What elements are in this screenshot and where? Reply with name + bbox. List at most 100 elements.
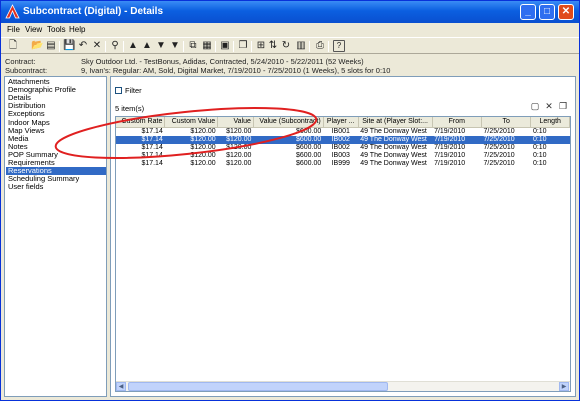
table-row[interactable]: $17.14 $120.00 $120.00 $600.00 IB003 49 The D… xyxy=(116,152,570,160)
table-cell: 0:10 xyxy=(532,143,547,151)
properties-icon[interactable]: ❐ xyxy=(558,101,568,111)
menu-bar: File View Tools Help xyxy=(1,23,579,37)
table-cell: $600.00 xyxy=(295,127,322,135)
column-header[interactable]: Player ... xyxy=(323,117,359,128)
table-cell: 7/19/2010 xyxy=(434,127,466,135)
table-cell: $600.00 xyxy=(295,143,322,151)
table-cell: 49 The Donway West xyxy=(360,127,427,135)
calendar-icon[interactable]: ▥ xyxy=(295,40,307,52)
table-cell: $120.00 xyxy=(226,127,252,135)
maximize-button[interactable]: □ xyxy=(539,4,555,20)
menu-file[interactable]: File xyxy=(7,25,20,34)
table-cell: $17.14 xyxy=(141,151,163,159)
table-cell: 0:10 xyxy=(532,159,547,167)
contract-info: Contract: Sky Outdoor Ltd. - TestBonus, … xyxy=(1,55,579,77)
help-icon[interactable]: ? xyxy=(333,40,345,52)
close-button[interactable]: ✕ xyxy=(558,4,574,20)
open-icon[interactable]: 📂 xyxy=(31,40,43,52)
app-window: Subcontract (Digital) - Details _ □ ✕ Fi… xyxy=(0,0,580,401)
table-cell: 7/19/2010 xyxy=(434,143,466,151)
table-cell: $120.00 xyxy=(226,143,252,151)
print-icon[interactable]: ⎙ xyxy=(314,40,326,52)
book-icon[interactable]: ▦ xyxy=(201,40,213,52)
delete-icon[interactable]: ✕ xyxy=(91,40,103,52)
tile-icon[interactable]: ⊞ xyxy=(255,40,267,52)
column-header[interactable]: Length xyxy=(530,117,570,128)
title-bar[interactable]: Subcontract (Digital) - Details _ □ ✕ xyxy=(1,1,579,23)
report-icon[interactable]: ▣ xyxy=(219,40,231,52)
column-header[interactable]: Custom Value xyxy=(164,117,219,128)
table-row[interactable]: $17.14 $120.00 $120.00 $600.00 IB002 49 The D… xyxy=(116,144,570,152)
contract-label: Contract: xyxy=(5,57,36,66)
table-cell: 49 The Donway West xyxy=(358,135,433,144)
scroll-right-icon[interactable]: ▶ xyxy=(559,382,569,391)
horizontal-scrollbar[interactable]: ◀ ▶ xyxy=(116,381,570,391)
reservations-grid: Custom Rate Custom Value Value Value (Subco… xyxy=(115,116,571,392)
table-cell: $600.00 xyxy=(253,135,324,144)
minimize-button[interactable]: _ xyxy=(520,4,536,20)
table-cell: 49 The Donway West xyxy=(360,159,427,167)
table-cell: IB002 xyxy=(331,143,350,151)
move-up-icon[interactable]: ▲ xyxy=(127,40,139,52)
contract-value: Sky Outdoor Ltd. - TestBonus, Adidas, Co… xyxy=(81,57,364,66)
table-row[interactable]: $17.14 $120.00 $120.00 $600.00 IB002 49 The D… xyxy=(116,135,570,144)
table-cell: $17.14 xyxy=(141,143,163,151)
table-cell: $17.14 xyxy=(141,127,163,135)
move-last-icon[interactable]: ▼ xyxy=(155,40,167,52)
sort-icon[interactable]: ⇅ xyxy=(267,40,279,52)
table-cell: 49 The Donway West xyxy=(360,143,427,151)
sidebar: Attachments Demographic Profile Details Dis… xyxy=(4,76,107,397)
table-cell: $120.00 xyxy=(190,151,216,159)
table-cell: 0:10 xyxy=(532,151,547,159)
table-cell: IB002 xyxy=(323,135,359,144)
table-cell: $17.14 xyxy=(141,159,163,167)
table-cell: $120.00 xyxy=(217,135,254,144)
menu-view[interactable]: View xyxy=(25,25,42,34)
table-cell: $120.00 xyxy=(226,151,252,159)
move-down-icon[interactable]: ▼ xyxy=(169,40,181,52)
app-logo-icon xyxy=(5,4,20,19)
table-row[interactable]: $17.14 $120.00 $120.00 $600.00 IB001 49 The D… xyxy=(116,127,570,136)
table-cell: 7/19/2010 xyxy=(434,159,466,167)
sidebar-item-user-fields[interactable]: User fields xyxy=(6,183,106,191)
filter-checkbox[interactable] xyxy=(115,87,122,94)
move-first-icon[interactable]: ▲ xyxy=(141,40,153,52)
filter-label: Filter xyxy=(125,86,142,95)
scroll-left-icon[interactable]: ◀ xyxy=(116,382,126,391)
table-cell: IB001 xyxy=(331,127,350,135)
refresh-icon[interactable]: ↻ xyxy=(280,40,292,52)
table-cell: 7/25/2010 xyxy=(483,143,515,151)
table-cell: $600.00 xyxy=(295,151,322,159)
column-header[interactable]: From xyxy=(432,117,483,128)
table-cell: $600.00 xyxy=(295,159,322,167)
column-header[interactable]: Site at (Player Slot:... xyxy=(358,117,433,128)
table-cell: $120.00 xyxy=(190,143,216,151)
table-cell: $17.14 xyxy=(116,135,165,144)
reservations-pane: Filter 5 item(s) ▢ ✕ ❐ Custom Rate Custom… xyxy=(110,76,576,397)
table-row[interactable]: $17.14 $120.00 $120.00 $600.00 IB999 49 The D… xyxy=(116,160,570,168)
new-icon[interactable]: 🗋 xyxy=(7,40,19,52)
toolbar: 🗋 📂 ▤ 💾 ↶ ✕ ⚲ ▲ ▲ ▼ ▼ ⧉ ▦ ▣ ❐ ⊞ ⇅ ↻ ▥ ⎙ … xyxy=(1,37,579,54)
column-header[interactable]: To xyxy=(481,117,532,128)
new-item-icon[interactable]: ▢ xyxy=(530,101,540,111)
table-cell: $120.00 xyxy=(190,127,216,135)
table-cell: 7/25/2010 xyxy=(483,127,515,135)
item-count: 5 item(s) xyxy=(115,104,145,113)
column-header[interactable]: Custom Rate xyxy=(116,117,166,128)
table-cell: 7/25/2010 xyxy=(483,159,515,167)
menu-tools[interactable]: Tools xyxy=(47,25,66,34)
scroll-thumb[interactable] xyxy=(128,382,388,391)
menu-help[interactable]: Help xyxy=(69,25,85,34)
window-icon[interactable]: ❐ xyxy=(237,40,249,52)
copy-icon[interactable]: ⧉ xyxy=(187,40,199,52)
column-header[interactable]: Value xyxy=(217,117,254,128)
save-as-icon[interactable]: ▤ xyxy=(45,40,57,52)
save-icon[interactable]: 💾 xyxy=(63,40,75,52)
link-icon[interactable]: ⚲ xyxy=(109,40,121,52)
table-cell: 7/19/2010 xyxy=(432,135,482,144)
column-header[interactable]: Value (Subcontract) xyxy=(253,117,324,128)
delete-item-icon[interactable]: ✕ xyxy=(544,101,554,111)
window-title: Subcontract (Digital) - Details xyxy=(23,6,164,17)
undo-icon[interactable]: ↶ xyxy=(77,40,89,52)
subcontract-label: Subcontract: xyxy=(5,66,48,75)
